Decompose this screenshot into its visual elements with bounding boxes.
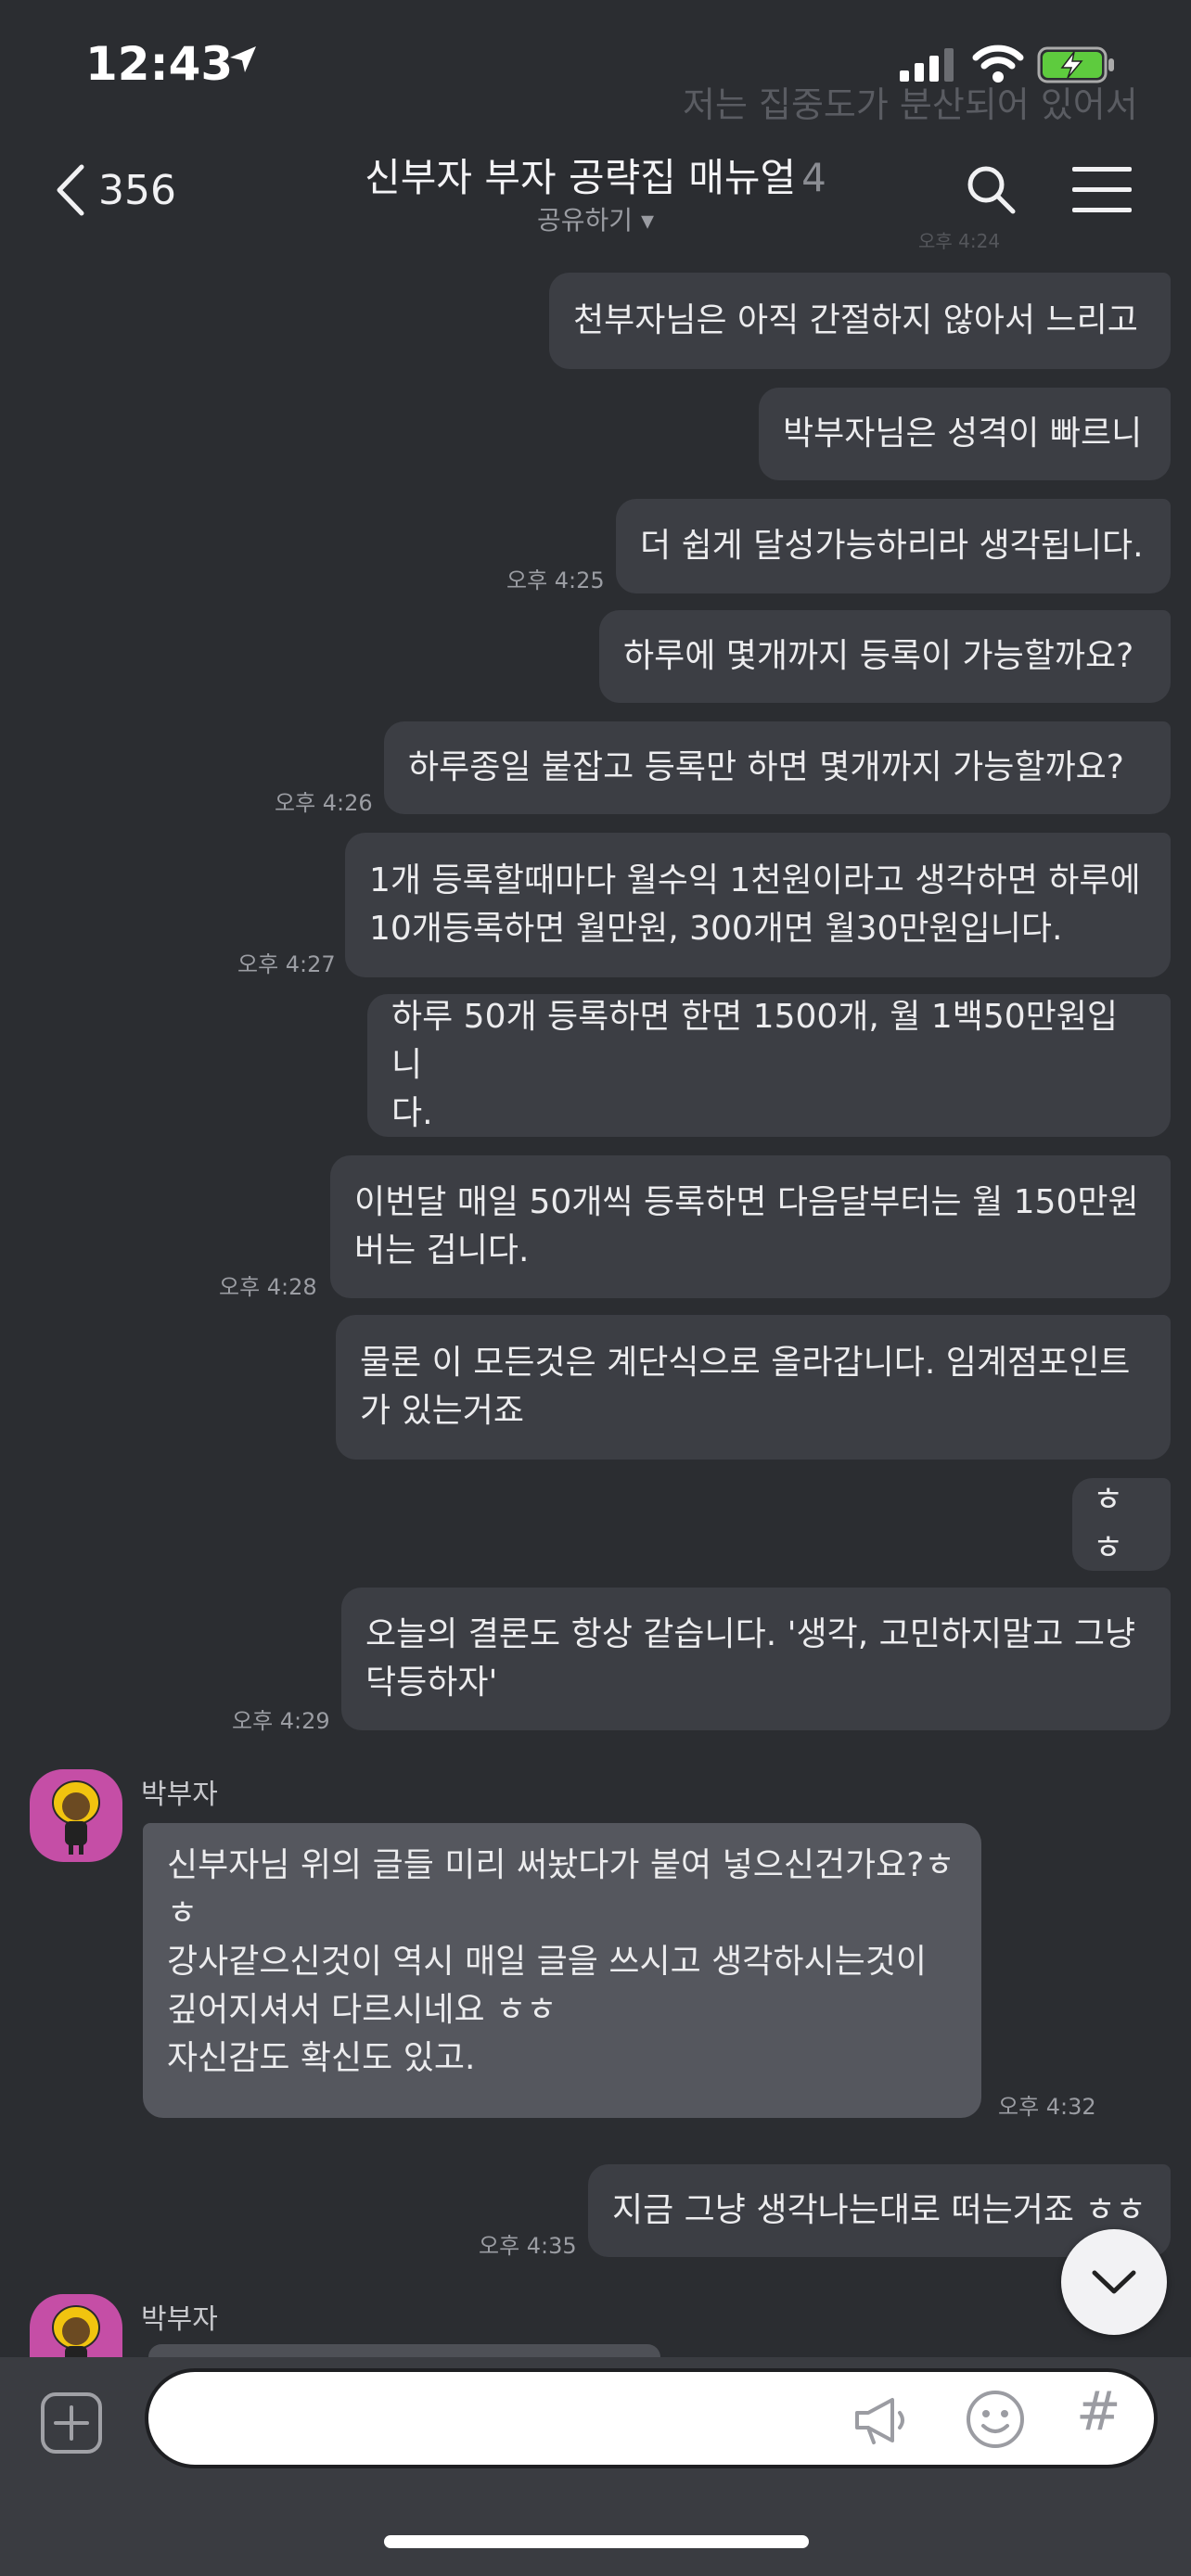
message-bubble[interactable]: 이번달 매일 50개씩 등록하면 다음달부터는 월 150만원 버는 겁니다. bbox=[330, 1155, 1171, 1298]
message-time: 오후 4:29 bbox=[232, 1708, 330, 1734]
home-indicator bbox=[384, 2535, 809, 2548]
message-time: 오후 4:28 bbox=[219, 1274, 317, 1300]
avatar[interactable] bbox=[30, 2294, 122, 2357]
faded-previous-message: 저는 집중도가 분산되어 있어서 bbox=[683, 84, 1138, 125]
message-time: 오후 4:27 bbox=[237, 951, 336, 977]
message-bubble[interactable]: 박부자님은 성격이 빠르니 bbox=[759, 388, 1171, 480]
faded-message-time: 오후 4:24 bbox=[918, 230, 1001, 252]
sender-name: 박부자 bbox=[141, 1779, 218, 1811]
megaphone-icon[interactable] bbox=[852, 2392, 909, 2448]
member-count: 4 bbox=[801, 155, 826, 200]
message-bubble[interactable]: 물론 이 모든것은 계단식으로 올라갑니다. 임계점포인트 가 있는거죠 bbox=[336, 1315, 1171, 1460]
location-arrow-icon bbox=[230, 46, 256, 72]
hashtag-icon[interactable]: # bbox=[1076, 2379, 1121, 2442]
message-bubble[interactable]: 천부자님은 아직 간절하지 않아서 느리고 bbox=[549, 273, 1171, 369]
message-bubble[interactable]: 신부자님 위의 글들 미리 써놨다가 붙여 넣으신건가요?ㅎ ㅎ 강사같으신것이… bbox=[143, 1823, 981, 2118]
sender-name: 박부자 bbox=[141, 2303, 218, 2336]
message-time: 오후 4:26 bbox=[275, 790, 373, 816]
message-bubble[interactable]: 하루종일 붙잡고 등록만 하면 몇개까지 가능할까요? bbox=[384, 721, 1171, 814]
avatar-character-icon bbox=[52, 1780, 100, 1855]
message-time: 오후 4:32 bbox=[998, 2094, 1096, 2120]
unread-count: 356 bbox=[98, 166, 176, 214]
chat-title-text: 신부자 부자 공략집 매뉴얼 bbox=[365, 155, 797, 200]
chat-title[interactable]: 신부자 부자 공략집 매뉴얼 4 bbox=[278, 147, 913, 203]
message-time: 오후 4:25 bbox=[506, 567, 605, 593]
avatar[interactable] bbox=[30, 1769, 122, 1862]
message-bubble[interactable]: 하루에 몇개까지 등록이 가능할까요? bbox=[599, 610, 1171, 703]
back-button[interactable]: 356 bbox=[54, 158, 202, 223]
smiley-icon[interactable] bbox=[965, 2389, 1026, 2450]
scroll-to-bottom-button[interactable] bbox=[1061, 2229, 1167, 2335]
avatar-character-icon bbox=[52, 2305, 100, 2357]
message-bubble-partial[interactable] bbox=[148, 2344, 660, 2357]
message-bubble[interactable]: 오늘의 결론도 항상 같습니다. '생각, 고민하지말고 그냥 닥등하자' bbox=[341, 1588, 1171, 1730]
chevron-left-icon bbox=[57, 164, 84, 216]
share-button[interactable]: 공유하기 ▾ bbox=[501, 200, 690, 237]
hamburger-menu-icon[interactable] bbox=[1072, 165, 1132, 213]
message-time: 오후 4:35 bbox=[479, 2233, 577, 2259]
status-time: 12:43 bbox=[85, 37, 234, 91]
message-text-input[interactable] bbox=[176, 2394, 941, 2448]
search-icon[interactable] bbox=[965, 163, 1017, 215]
message-bubble[interactable]: 하루 50개 등록하면 한면 1500개, 월 1백50만원입니 다. bbox=[367, 994, 1171, 1137]
message-bubble[interactable]: 더 쉽게 달성가능하리라 생각됩니다. bbox=[616, 499, 1171, 593]
message-bubble[interactable]: 1개 등록할때마다 월수익 1천원이라고 생각하면 하루에 10개등록하면 월만… bbox=[345, 833, 1171, 977]
chevron-down-icon bbox=[1092, 2270, 1136, 2294]
message-bubble[interactable]: ㅎㅎ bbox=[1072, 1478, 1171, 1571]
plus-square-icon[interactable] bbox=[39, 2391, 104, 2455]
